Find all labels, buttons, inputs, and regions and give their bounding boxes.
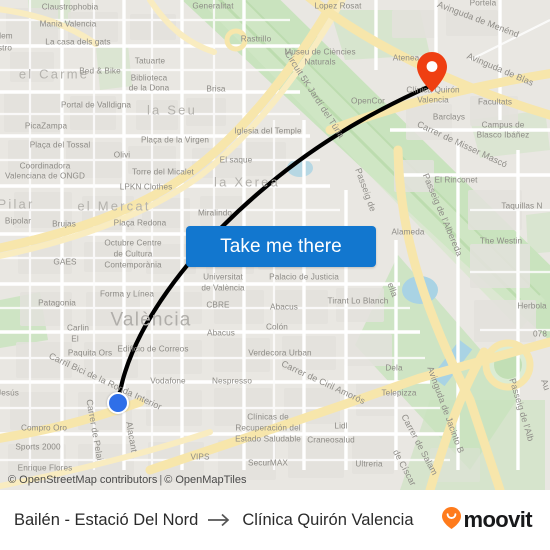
map-label: Abacus (207, 328, 235, 338)
map-label: Lidl (334, 421, 348, 431)
map-label: CBRE (206, 300, 230, 310)
route-origin-label: Bailén - Estació Del Nord (14, 510, 199, 529)
footer-bar: Bailén - Estació Del Nord Clínica Quirón… (0, 490, 550, 550)
map-label: Campus de (481, 120, 525, 130)
map-label: Iglesia del Temple (234, 126, 302, 136)
map-label: València (110, 309, 192, 331)
map-label: Brujas (52, 219, 76, 229)
map-label: El (71, 334, 79, 344)
map-label: Bipolar (4, 216, 32, 226)
map-label: Portal de Valldigna (60, 100, 132, 110)
map-label: Mania Valencia (39, 19, 97, 29)
map-label: Blasco Ibáñez (476, 130, 530, 140)
map-canvas[interactable]: .rd-min { stroke:#ffffff; stroke-width:3… (0, 0, 550, 490)
map-label: la Seu (146, 102, 198, 118)
map-label: la Xerea (213, 174, 281, 190)
map-label: Verdecora Urban (248, 348, 312, 358)
map-label: Nespresso (211, 376, 253, 386)
map-label: Bed & Bike (79, 66, 121, 76)
map-label: de la Dona (128, 83, 170, 93)
map-label: de València (201, 283, 245, 293)
map-label: SecurMAX (248, 458, 288, 468)
map-label: Vodafone (150, 376, 186, 386)
map-label: llem (0, 31, 13, 41)
map-label: Plaça de la Virgen (140, 135, 210, 145)
map-label: Tirant Lo Blanch (327, 296, 389, 306)
destination-marker-pin[interactable] (417, 52, 447, 92)
origin-marker-dot[interactable] (107, 392, 129, 414)
map-label: GAES (53, 257, 77, 267)
map-label: Plaça Redona (113, 218, 167, 228)
moovit-logo[interactable]: moovit (442, 506, 536, 534)
map-label: Patagonia (38, 298, 76, 308)
map-label: Recuperación del (235, 423, 301, 433)
map-label: Herbola (517, 301, 547, 311)
map-label: Plaça del Tossal (29, 140, 91, 150)
map-label: Sports 2000 (15, 442, 61, 452)
route-summary: Bailén - Estació Del Nord Clínica Quirón… (14, 511, 414, 530)
map-label: Coordinadora (19, 161, 71, 171)
map-label: Dela (385, 363, 403, 373)
map-label: Telepizza (381, 388, 417, 398)
map-label: Estado Saludable (235, 434, 301, 444)
map-label: Carlin (67, 323, 89, 333)
map-label: Barclays (432, 112, 466, 122)
map-label: Clínicas de (247, 412, 289, 422)
map-label: Pilar (0, 196, 35, 212)
map-label: OpenCor (351, 96, 385, 106)
map-label: Facultats (477, 97, 513, 107)
map-attribution: © OpenStreetMap contributors | © OpenMapTi… (0, 471, 550, 490)
map-label: Jesús (0, 388, 19, 398)
map-label: Valenciana de ONGD (5, 171, 85, 181)
map-label: Olivi (113, 150, 131, 160)
map-label: El Rinconet (434, 175, 478, 185)
map-label: Generalitat (192, 1, 234, 11)
map-label: PicaZampa (24, 121, 68, 131)
map-label: stro (0, 43, 13, 53)
map-label: Biblioteca (130, 73, 168, 83)
map-label: el Mercat (77, 198, 151, 214)
destination-pin-icon (417, 52, 447, 92)
map-label: Edificio de Correos (117, 344, 189, 354)
map-label: Forma y Línea (99, 289, 155, 299)
map-label: de Cultura (113, 249, 153, 259)
map-label: Octubre Centre (104, 238, 162, 248)
map-label: Abacus (270, 302, 298, 312)
map-label: Atenea (392, 53, 420, 63)
map-label: Palacio de Justicia (269, 272, 339, 282)
moovit-route-map-screen: .rd-min { stroke:#ffffff; stroke-width:3… (0, 0, 550, 550)
attribution-maptiles[interactable]: © OpenMapTiles (164, 474, 246, 486)
map-label: Valencia (417, 95, 449, 105)
arrow-right-icon (207, 513, 233, 527)
map-label: Miralindo (197, 208, 233, 218)
map-label: Torre del Micalet (132, 167, 194, 177)
take-me-there-button[interactable]: Take me there (186, 226, 376, 267)
map-label: El saque (219, 155, 253, 165)
map-label: Naturals (304, 57, 336, 67)
map-label: Taquillas N (501, 201, 543, 211)
map-label: Contemporània (104, 260, 162, 270)
moovit-wordmark: moovit (463, 507, 532, 532)
map-label: Craneosalud (307, 435, 355, 445)
map-label: Tatuarte (134, 56, 166, 66)
map-label: The Westin (479, 236, 523, 246)
map-label: Compro Oro (20, 423, 68, 433)
map-label: 078 (533, 329, 547, 339)
map-label: Lopez Rosat (314, 1, 362, 11)
attribution-osm[interactable]: © OpenStreetMap contributors (8, 474, 157, 486)
map-label: VIPS (190, 452, 210, 462)
map-label: Colón (266, 322, 288, 332)
map-label: Paquita Ors (67, 348, 113, 358)
map-label: Claustrophobia (41, 2, 99, 12)
map-label: LPKN Clothes (119, 182, 173, 192)
map-label: Universitat (203, 272, 243, 282)
route-destination-label: Clínica Quirón Valencia (242, 510, 414, 529)
moovit-pin-icon (442, 506, 462, 534)
map-label: Brisa (206, 84, 226, 94)
map-label: Alameda (391, 227, 425, 237)
map-label: Portela (469, 0, 497, 8)
map-label: La casa dels gats (45, 37, 111, 47)
map-label: Ultreria (355, 459, 383, 469)
map-label: Rastrillo (240, 34, 272, 44)
